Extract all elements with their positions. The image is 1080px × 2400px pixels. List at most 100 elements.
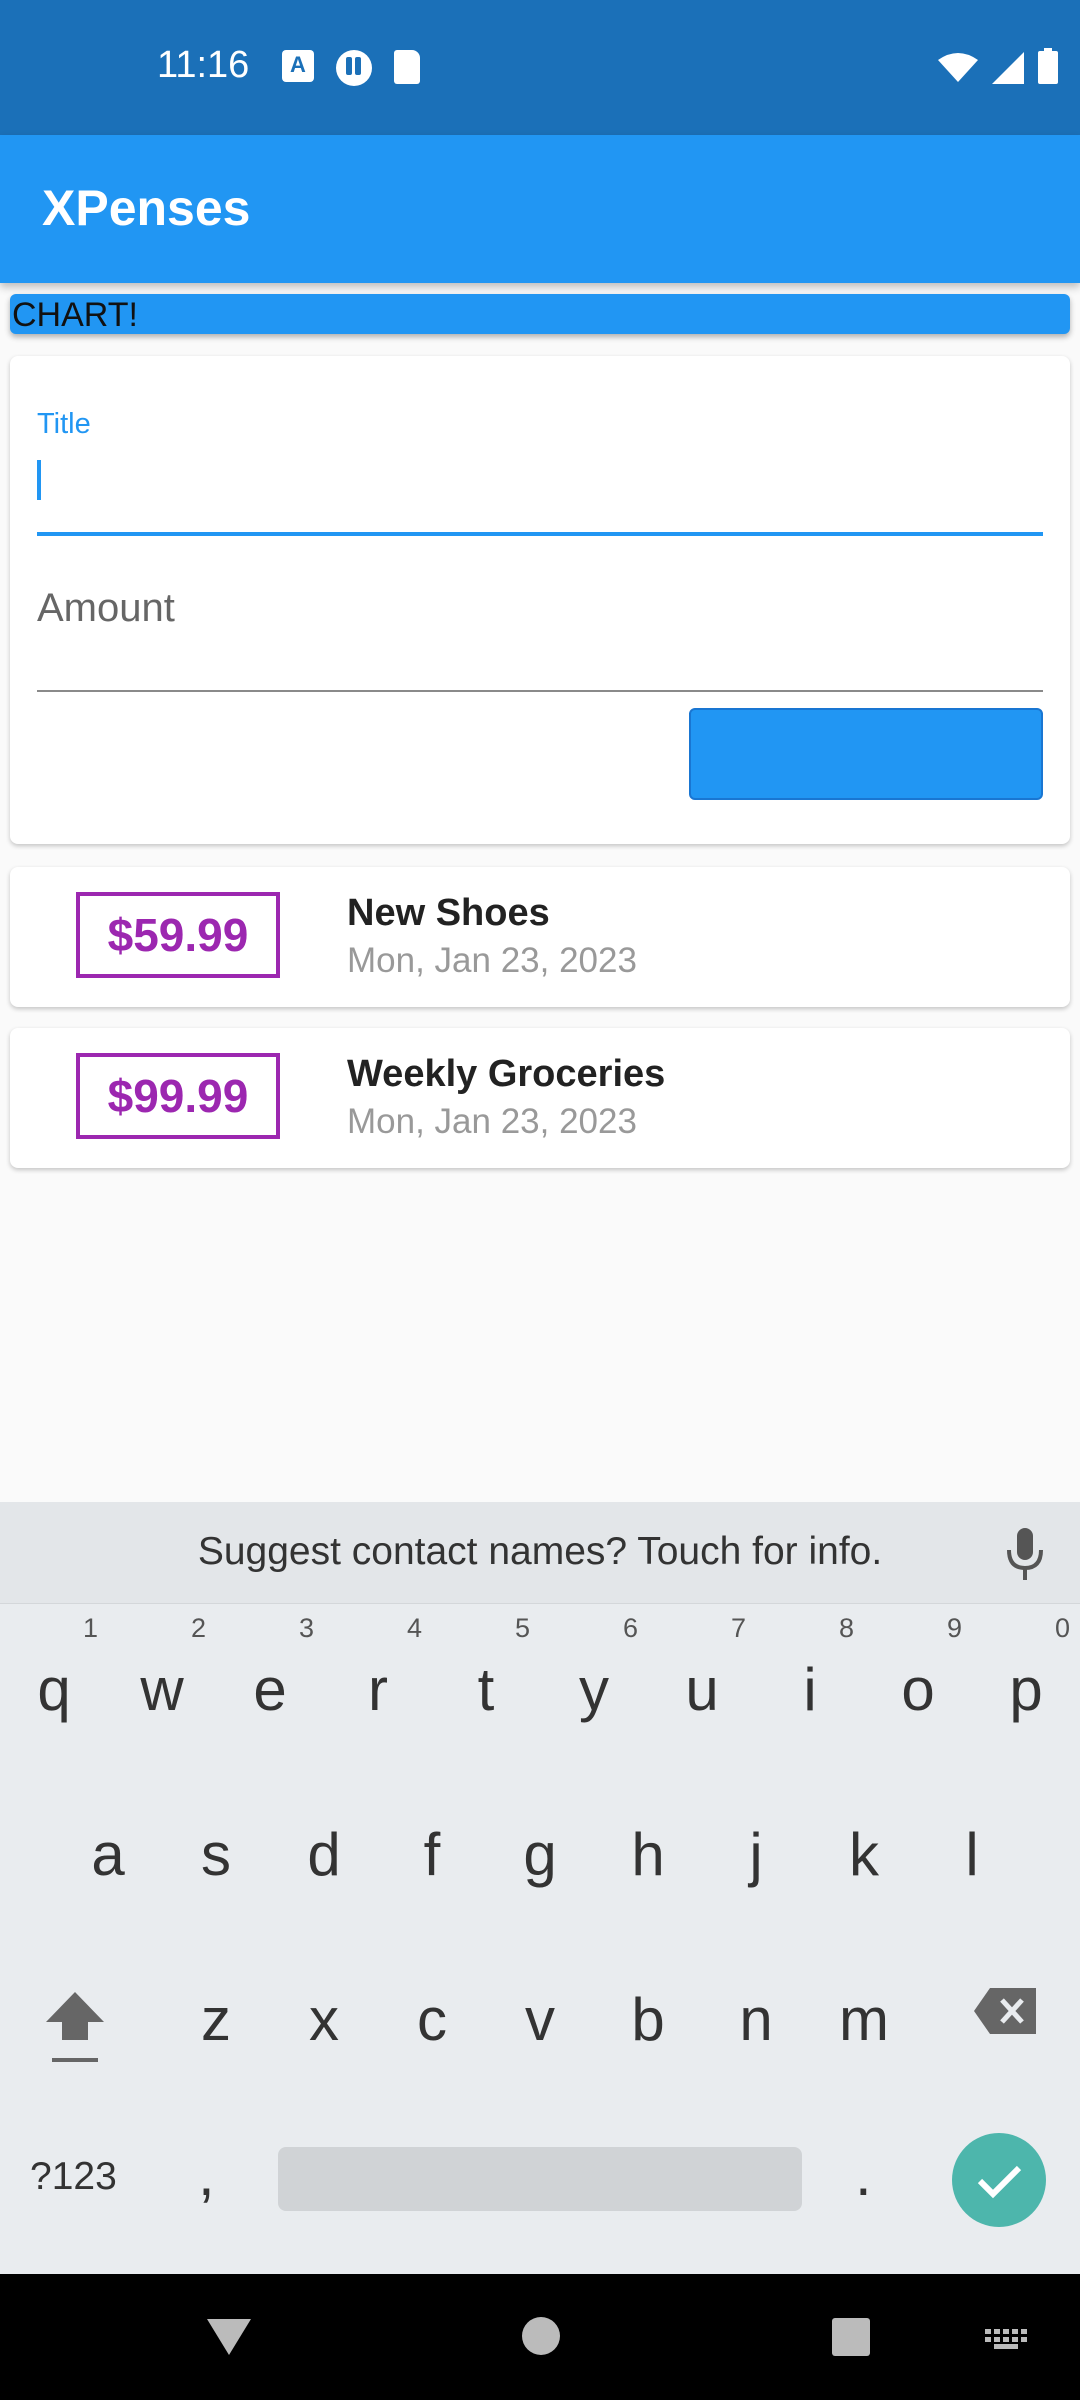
key-y[interactable]: y6 xyxy=(564,1613,638,1724)
transaction-amount: $59.99 xyxy=(76,892,280,978)
key-label: u xyxy=(685,1656,719,1723)
key-hint: 7 xyxy=(730,1613,746,1643)
key-label: d xyxy=(307,1821,341,1888)
key-label: r xyxy=(368,1656,388,1723)
recents-icon[interactable] xyxy=(832,2318,870,2356)
transaction-amount: $99.99 xyxy=(76,1053,280,1139)
key-x[interactable]: x xyxy=(294,1985,354,2054)
key-r[interactable]: r4 xyxy=(348,1613,422,1724)
transaction-item: $59.99 New Shoes Mon, Jan 23, 2023 xyxy=(10,867,1070,1007)
transaction-title: New Shoes xyxy=(347,892,550,934)
transaction-title: Weekly Groceries xyxy=(347,1053,666,1095)
transaction-item: $99.99 Weekly Groceries Mon, Jan 23, 202… xyxy=(10,1028,1070,1168)
key-s[interactable]: s xyxy=(186,1820,246,1889)
key-label: t xyxy=(477,1656,495,1723)
key-k[interactable]: k xyxy=(834,1820,894,1889)
key-label: e xyxy=(253,1656,287,1723)
key-o[interactable]: o9 xyxy=(888,1613,962,1724)
key-a[interactable]: a xyxy=(78,1820,138,1889)
key-p[interactable]: p0 xyxy=(996,1613,1070,1724)
key-f[interactable]: f xyxy=(402,1820,462,1889)
home-icon[interactable] xyxy=(522,2317,560,2355)
title-field-cursor xyxy=(37,460,41,500)
key-w[interactable]: w2 xyxy=(132,1613,206,1724)
key-hint: 4 xyxy=(406,1613,422,1643)
key-h[interactable]: h xyxy=(618,1820,678,1889)
key-label: v xyxy=(525,1986,555,2053)
key-v[interactable]: v xyxy=(510,1985,570,2054)
key-label: g xyxy=(523,1821,557,1888)
key-label: s xyxy=(201,1821,231,1888)
key-label: h xyxy=(631,1821,665,1888)
suggestion-strip[interactable]: Suggest contact names? Touch for info. xyxy=(0,1502,1080,1604)
a-notification-icon xyxy=(282,50,314,82)
key-label: c xyxy=(417,1986,447,2053)
key-label: p xyxy=(1009,1656,1043,1723)
key-label: n xyxy=(739,1986,773,2053)
key-hint: 1 xyxy=(82,1613,98,1643)
key-label: m xyxy=(839,1986,889,2053)
key-d[interactable]: d xyxy=(294,1820,354,1889)
key-z[interactable]: z xyxy=(186,1985,246,2054)
app-notification-icon xyxy=(336,50,372,86)
shift-icon[interactable] xyxy=(42,1988,108,2068)
battery-icon xyxy=(1038,48,1058,84)
key-q[interactable]: q1 xyxy=(24,1613,98,1724)
status-bar: 11:16 xyxy=(0,0,1080,135)
status-time: 11:16 xyxy=(157,44,250,86)
add-transaction-button[interactable] xyxy=(689,708,1043,800)
key-hint: 5 xyxy=(514,1613,530,1643)
key-l[interactable]: l xyxy=(942,1820,1002,1889)
done-button[interactable] xyxy=(952,2133,1046,2227)
key-t[interactable]: t5 xyxy=(456,1613,530,1724)
system-icons xyxy=(938,48,1058,84)
wifi-icon xyxy=(938,53,978,82)
key-hint: 6 xyxy=(622,1613,638,1643)
key-label: q xyxy=(37,1656,71,1723)
transaction-date: Mon, Jan 23, 2023 xyxy=(347,1102,637,1141)
space-bar[interactable] xyxy=(278,2147,802,2211)
key-label: i xyxy=(803,1656,817,1723)
key-hint: 0 xyxy=(1054,1613,1070,1643)
new-transaction-form: Title Amount xyxy=(10,356,1070,844)
key-e[interactable]: e3 xyxy=(240,1613,314,1724)
amount-field-label: Amount xyxy=(37,586,175,630)
key-label: l xyxy=(965,1821,979,1888)
key-label: f xyxy=(423,1821,441,1888)
key-hint: 2 xyxy=(190,1613,206,1643)
backspace-icon[interactable] xyxy=(972,1986,1038,2036)
period-key[interactable]: . xyxy=(855,2140,872,2209)
title-field-label: Title xyxy=(37,408,91,440)
key-b[interactable]: b xyxy=(618,1985,678,2054)
key-label: x xyxy=(309,1986,339,2053)
keyboard-switch-icon[interactable] xyxy=(985,2329,1029,2349)
key-m[interactable]: m xyxy=(834,1985,894,2054)
key-i[interactable]: i8 xyxy=(780,1613,854,1724)
transaction-date: Mon, Jan 23, 2023 xyxy=(347,941,637,980)
key-g[interactable]: g xyxy=(510,1820,570,1889)
key-n[interactable]: n xyxy=(726,1985,786,2054)
key-hint: 9 xyxy=(946,1613,962,1643)
key-hint: 3 xyxy=(298,1613,314,1643)
chart-card: CHART! xyxy=(10,294,1070,334)
suggestion-text[interactable]: Suggest contact names? Touch for info. xyxy=(0,1530,1080,1574)
key-u[interactable]: u7 xyxy=(672,1613,746,1724)
key-c[interactable]: c xyxy=(402,1985,462,2054)
key-label: b xyxy=(631,1986,665,2053)
mic-icon[interactable] xyxy=(1000,1526,1050,1582)
back-icon[interactable] xyxy=(207,2319,251,2355)
comma-key[interactable]: , xyxy=(198,2140,215,2209)
amount-field[interactable] xyxy=(37,690,1043,692)
key-j[interactable]: j xyxy=(726,1820,786,1889)
key-label: y xyxy=(579,1656,609,1723)
key-label: o xyxy=(901,1656,935,1723)
key-label: j xyxy=(749,1821,763,1888)
key-label: k xyxy=(849,1821,879,1888)
key-hint: 8 xyxy=(838,1613,854,1643)
signal-icon xyxy=(992,52,1024,84)
sd-card-icon xyxy=(394,50,420,84)
app-title: XPenses xyxy=(42,180,251,236)
navigation-bar xyxy=(0,2274,1080,2400)
title-field[interactable] xyxy=(37,532,1043,536)
symbols-key[interactable]: ?123 xyxy=(30,2155,117,2199)
